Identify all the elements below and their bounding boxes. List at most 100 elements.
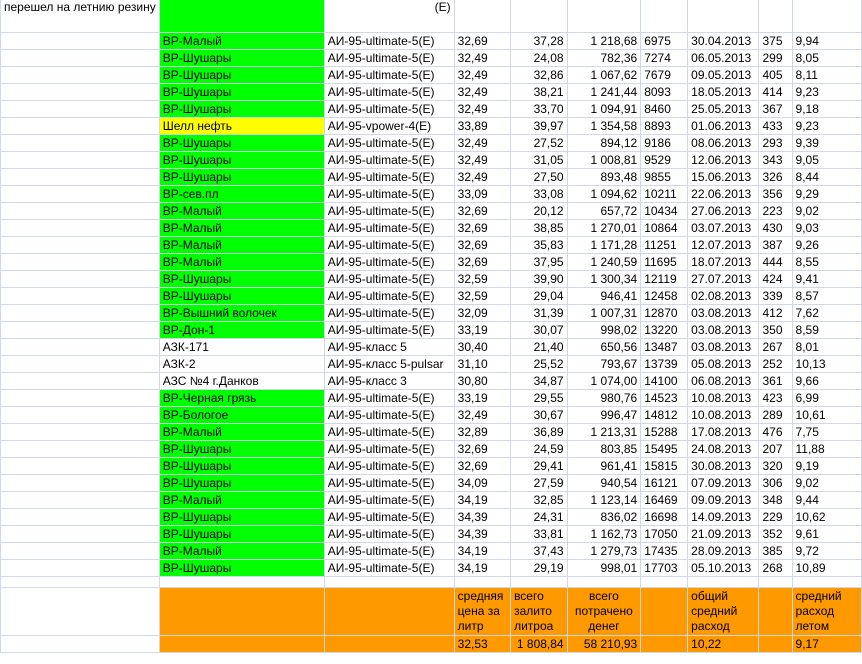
- distance-cell[interactable]: 299: [758, 49, 793, 67]
- consumption-cell[interactable]: 9,23: [791, 83, 862, 101]
- station-cell[interactable]: Шелл нефть: [158, 117, 325, 135]
- station-cell[interactable]: ВР-сев.пл: [158, 185, 325, 203]
- station-cell[interactable]: ВР-Малый: [158, 32, 325, 50]
- date-cell[interactable]: 12.07.2013: [687, 236, 760, 254]
- liters-cell[interactable]: 32,85: [510, 491, 568, 509]
- cell[interactable]: [0, 151, 160, 169]
- cost-cell[interactable]: 894,12: [566, 134, 642, 152]
- cost-cell[interactable]: 1 270,01: [566, 219, 642, 237]
- consumption-cell[interactable]: 6,99: [791, 389, 862, 407]
- cost-cell[interactable]: 1 213,31: [566, 423, 642, 441]
- cell[interactable]: [0, 49, 160, 67]
- consumption-cell[interactable]: 9,23: [791, 117, 862, 135]
- consumption-cell[interactable]: 9,03: [791, 219, 862, 237]
- cell[interactable]: [758, 0, 793, 33]
- cost-cell[interactable]: 836,02: [566, 508, 642, 526]
- station-cell[interactable]: ВР-Шушары: [158, 287, 325, 305]
- price-cell[interactable]: 34,39: [453, 525, 512, 543]
- cell[interactable]: [0, 66, 160, 84]
- odometer-cell[interactable]: 6975: [640, 32, 689, 50]
- total-liters-label[interactable]: всего залито литроа: [510, 587, 568, 636]
- cell[interactable]: [791, 0, 862, 33]
- distance-cell[interactable]: 348: [758, 491, 793, 509]
- liters-cell[interactable]: 29,19: [510, 559, 568, 577]
- distance-cell[interactable]: 343: [758, 151, 793, 169]
- fuel-cell[interactable]: АИ-95-ultimate-5(Е): [323, 304, 455, 322]
- cost-cell[interactable]: 1 067,62: [566, 66, 642, 84]
- cell[interactable]: [158, 576, 325, 588]
- fuel-cell[interactable]: АИ-95-ultimate-5(Е): [323, 406, 455, 424]
- price-cell[interactable]: 32,69: [453, 457, 512, 475]
- price-cell[interactable]: 33,09: [453, 185, 512, 203]
- price-cell[interactable]: 32,49: [453, 100, 512, 118]
- liters-cell[interactable]: 39,97: [510, 117, 568, 135]
- date-cell[interactable]: 06.05.2013: [687, 49, 760, 67]
- distance-cell[interactable]: 207: [758, 440, 793, 458]
- consumption-cell[interactable]: 10,13: [791, 355, 862, 373]
- distance-cell[interactable]: 424: [758, 270, 793, 288]
- consumption-cell[interactable]: 10,61: [791, 406, 862, 424]
- station-cell[interactable]: ВР-Шушары: [158, 134, 325, 152]
- station-cell[interactable]: ВР-Малый: [158, 202, 325, 220]
- liters-cell[interactable]: 31,05: [510, 151, 568, 169]
- consumption-cell[interactable]: 9,44: [791, 491, 862, 509]
- cell[interactable]: [0, 355, 160, 373]
- fuel-cell[interactable]: АИ-95-ultimate-5(Е): [323, 134, 455, 152]
- cell[interactable]: [640, 635, 689, 653]
- cell[interactable]: [0, 559, 160, 577]
- date-cell[interactable]: 09.09.2013: [687, 491, 760, 509]
- price-cell[interactable]: 32,49: [453, 134, 512, 152]
- fuel-cell[interactable]: АИ-95-ultimate-5(Е): [323, 559, 455, 577]
- odometer-cell[interactable]: 12870: [640, 304, 689, 322]
- station-cell[interactable]: ВР-Шушары: [158, 168, 325, 186]
- date-cell[interactable]: 10.08.2013: [687, 406, 760, 424]
- station-cell[interactable]: ВР-Шушары: [158, 474, 325, 492]
- consumption-cell[interactable]: 9,29: [791, 185, 862, 203]
- distance-cell[interactable]: 252: [758, 355, 793, 373]
- distance-cell[interactable]: 339: [758, 287, 793, 305]
- station-cell[interactable]: ВР-Шушары: [158, 66, 325, 84]
- price-cell[interactable]: 34,19: [453, 491, 512, 509]
- cell[interactable]: [0, 576, 160, 588]
- total-cost-value[interactable]: 58 210,93: [566, 635, 642, 653]
- cell[interactable]: [0, 219, 160, 237]
- cell[interactable]: [0, 406, 160, 424]
- cell[interactable]: [640, 0, 689, 33]
- price-cell[interactable]: 32,69: [453, 253, 512, 271]
- distance-cell[interactable]: 385: [758, 542, 793, 560]
- odometer-cell[interactable]: 10211: [640, 185, 689, 203]
- cost-cell[interactable]: 998,02: [566, 321, 642, 339]
- distance-cell[interactable]: 367: [758, 100, 793, 118]
- cell[interactable]: [0, 474, 160, 492]
- cell[interactable]: [0, 372, 160, 390]
- distance-cell[interactable]: 293: [758, 134, 793, 152]
- cost-cell[interactable]: 996,47: [566, 406, 642, 424]
- odometer-cell[interactable]: 17435: [640, 542, 689, 560]
- distance-cell[interactable]: 387: [758, 236, 793, 254]
- station-cell[interactable]: ВР-Малый: [158, 423, 325, 441]
- cost-cell[interactable]: 1 241,44: [566, 83, 642, 101]
- odometer-cell[interactable]: 9855: [640, 168, 689, 186]
- cell[interactable]: [0, 440, 160, 458]
- cell[interactable]: [0, 508, 160, 526]
- cell[interactable]: [0, 185, 160, 203]
- liters-cell[interactable]: 31,39: [510, 304, 568, 322]
- fuel-cell[interactable]: АИ-95-ultimate-5(Е): [323, 440, 455, 458]
- distance-cell[interactable]: 414: [758, 83, 793, 101]
- price-cell[interactable]: 31,10: [453, 355, 512, 373]
- distance-cell[interactable]: 267: [758, 338, 793, 356]
- odometer-cell[interactable]: 16698: [640, 508, 689, 526]
- distance-cell[interactable]: 326: [758, 168, 793, 186]
- distance-cell[interactable]: 306: [758, 474, 793, 492]
- station-cell[interactable]: ВР-Малый: [158, 219, 325, 237]
- date-cell[interactable]: 30.04.2013: [687, 32, 760, 50]
- cost-cell[interactable]: 1 354,58: [566, 117, 642, 135]
- cell[interactable]: [0, 253, 160, 271]
- distance-cell[interactable]: 320: [758, 457, 793, 475]
- price-cell[interactable]: 33,19: [453, 321, 512, 339]
- liters-cell[interactable]: 29,04: [510, 287, 568, 305]
- liters-cell[interactable]: 27,52: [510, 134, 568, 152]
- date-cell[interactable]: 03.07.2013: [687, 219, 760, 237]
- liters-cell[interactable]: 38,85: [510, 219, 568, 237]
- fuel-cell[interactable]: АИ-95-ultimate-5(Е): [323, 389, 455, 407]
